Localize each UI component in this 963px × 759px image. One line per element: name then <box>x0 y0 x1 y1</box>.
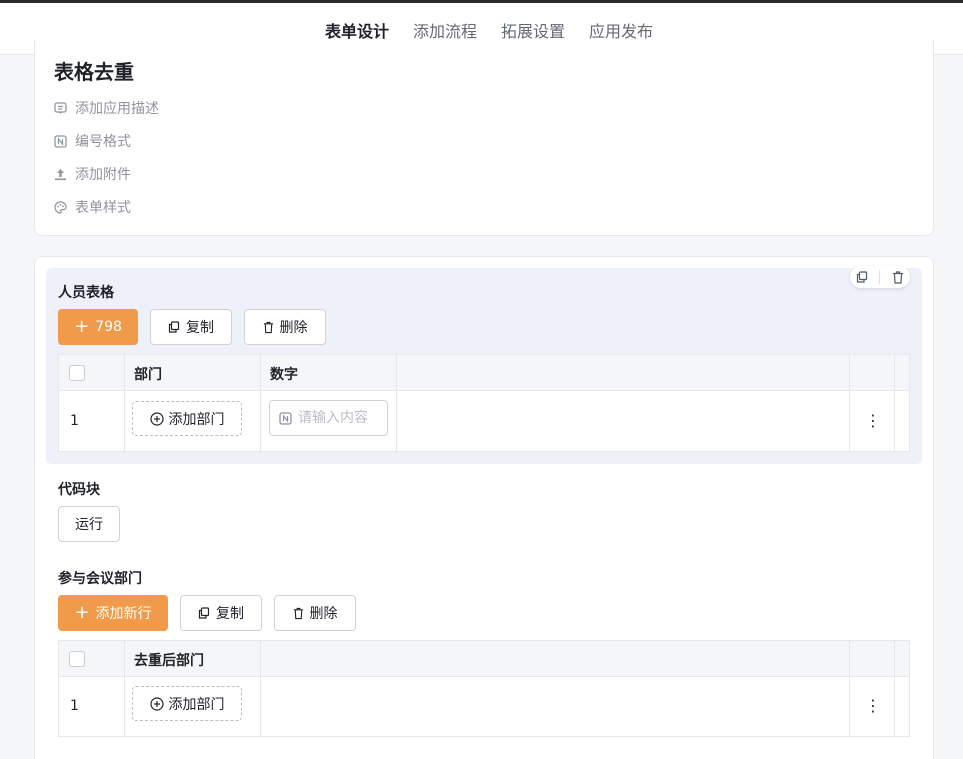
form-style-link[interactable]: 表单样式 <box>54 197 131 217</box>
number-input-field[interactable] <box>298 410 378 426</box>
number-input[interactable] <box>269 400 388 436</box>
add-row-label: 798 <box>95 319 122 335</box>
toolbar-divider <box>879 270 881 284</box>
tab-app-publish[interactable]: 应用发布 <box>589 18 653 42</box>
copy-icon <box>168 321 180 333</box>
plus-icon: + <box>74 316 90 337</box>
table-header <box>59 355 909 391</box>
tab-form-design[interactable]: 表单设计 <box>325 18 389 42</box>
run-label: 运行 <box>75 517 103 533</box>
add-department-button[interactable]: 添加部门 <box>132 401 242 436</box>
add-department-label: 添加部门 <box>168 411 225 428</box>
delete-label: 删除 <box>279 320 308 336</box>
upload-icon <box>55 168 66 180</box>
add-description-label: 添加应用描述 <box>75 101 159 117</box>
row-more-icon[interactable]: ⋮ <box>865 698 881 714</box>
row-more-icon[interactable]: ⋮ <box>865 413 881 429</box>
copy-icon[interactable] <box>856 271 868 283</box>
delete-rows-button[interactable]: 删除 <box>244 309 326 345</box>
copy-rows-button[interactable]: 复制 <box>150 309 232 345</box>
form-style-label: 表单样式 <box>75 200 131 216</box>
delete-rows-button[interactable]: 删除 <box>274 595 356 631</box>
tab-add-flow[interactable]: 添加流程 <box>413 18 477 42</box>
palette-icon <box>54 200 67 214</box>
plus-circle-icon <box>149 411 164 426</box>
select-all-checkbox[interactable] <box>69 365 85 381</box>
add-attachment-label: 添加附件 <box>75 167 131 183</box>
add-new-row-button[interactable]: + 添加新行 <box>58 595 168 631</box>
trash-icon <box>293 607 303 619</box>
meeting-dept-table: 去重后部门 1 添加部门 ⋮ <box>58 640 910 737</box>
comment-icon <box>54 101 67 114</box>
copy-rows-button[interactable]: 复制 <box>180 595 262 631</box>
app-title[interactable]: 表格去重 <box>54 56 134 85</box>
add-department-label: 添加部门 <box>168 696 225 713</box>
add-attachment-link[interactable]: 添加附件 <box>54 164 131 184</box>
trash-icon[interactable] <box>892 270 904 284</box>
column-header-number: 数字 <box>270 367 298 383</box>
copy-icon <box>198 607 210 619</box>
personnel-table-label: 人员表格 <box>58 285 114 301</box>
row-number: 1 <box>70 698 79 714</box>
tab-extension-settings[interactable]: 拓展设置 <box>501 18 565 42</box>
add-row-button[interactable]: + 798 <box>58 309 138 345</box>
plus-icon: + <box>74 602 90 623</box>
row-number: 1 <box>70 413 79 429</box>
run-button[interactable]: 运行 <box>58 506 120 542</box>
copy-label: 复制 <box>216 606 244 622</box>
plus-circle-icon <box>149 696 164 711</box>
number-format-icon <box>54 134 67 148</box>
meeting-dept-table-label: 参与会议部门 <box>58 571 142 587</box>
number-format-link[interactable]: 编号格式 <box>54 131 131 151</box>
number-format-icon <box>279 411 292 425</box>
personnel-table: 部门 数字 1 添加部门 ⋮ <box>58 354 910 452</box>
select-all-checkbox[interactable] <box>69 651 85 667</box>
trash-icon <box>263 321 273 333</box>
add-new-row-label: 添加新行 <box>95 606 152 622</box>
block-toolbar <box>850 266 910 288</box>
add-description-link[interactable]: 添加应用描述 <box>54 98 159 118</box>
copy-label: 复制 <box>186 320 214 336</box>
delete-label: 删除 <box>309 606 338 622</box>
app-info-card <box>34 40 934 236</box>
number-format-label: 编号格式 <box>75 134 131 150</box>
add-department-button[interactable]: 添加部门 <box>132 686 242 721</box>
column-header-dedup-department: 去重后部门 <box>134 653 204 669</box>
code-block-label: 代码块 <box>58 482 100 498</box>
column-header-department: 部门 <box>134 367 162 383</box>
